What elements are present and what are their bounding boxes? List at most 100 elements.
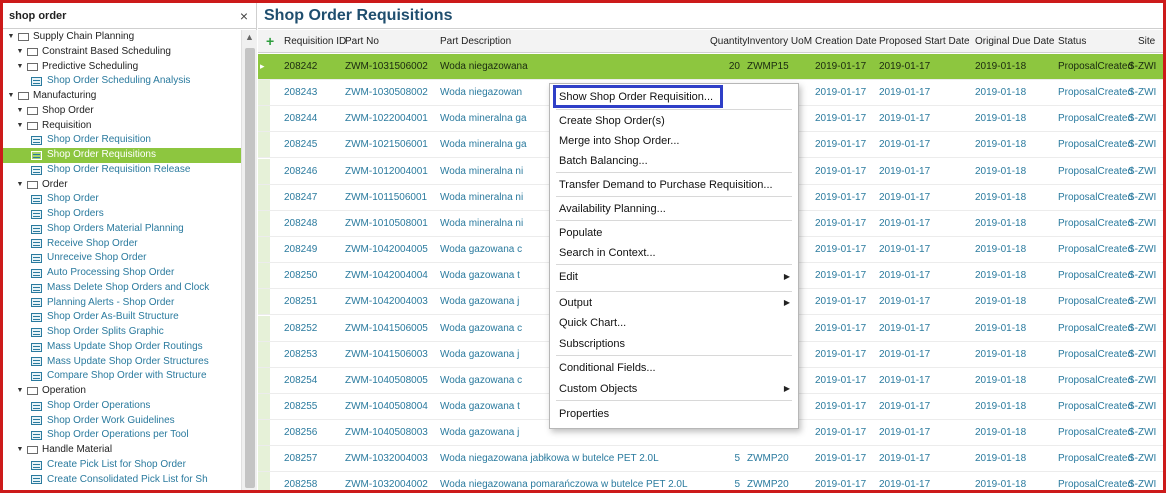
tree-item[interactable]: Shop Orders — [3, 207, 241, 222]
column-header[interactable]: Quantity — [710, 30, 747, 53]
add-icon[interactable]: + — [266, 30, 274, 53]
menu-item[interactable]: Show Shop Order Requisition... — [550, 87, 798, 107]
expand-icon[interactable]: ▼ — [15, 45, 25, 60]
cell-id[interactable]: 208257 — [284, 446, 317, 471]
row-marker[interactable] — [258, 158, 270, 184]
cell-part[interactable]: ZWM-1040508005 — [345, 368, 428, 393]
menu-item[interactable]: Availability Planning... — [550, 199, 798, 219]
tree-item[interactable]: Receive Shop Order — [3, 237, 241, 252]
tree-folder[interactable]: ▼ Shop Order — [3, 104, 241, 119]
tree-item[interactable]: Compare Shop Order with Structure — [3, 369, 241, 384]
column-header[interactable]: Part No — [345, 30, 379, 53]
cell-part[interactable]: ZWM-1031506002 — [345, 54, 428, 79]
scrollbar-thumb[interactable] — [245, 48, 255, 488]
column-header[interactable]: Status — [1058, 30, 1086, 53]
tree-folder[interactable]: ▼ Handle Material — [3, 443, 241, 458]
menu-item[interactable]: Output ▶ — [550, 293, 798, 313]
tree-item[interactable]: Shop Order As-Built Structure — [3, 310, 241, 325]
column-header[interactable]: Site — [1138, 30, 1155, 53]
cell-id[interactable]: 208251 — [284, 289, 317, 314]
row-marker[interactable] — [258, 315, 270, 341]
row-marker[interactable] — [258, 210, 270, 236]
row-marker[interactable] — [258, 420, 270, 446]
cell-part[interactable]: ZWM-1042004005 — [345, 237, 428, 262]
menu-item[interactable]: Populate — [550, 223, 798, 243]
tree-folder[interactable]: ▼ Order — [3, 178, 241, 193]
tree-item[interactable]: Shop Order Requisition — [3, 133, 241, 148]
tree-folder[interactable]: ▼ Predictive Scheduling — [3, 60, 241, 75]
cell-id[interactable]: 208255 — [284, 394, 317, 419]
table-row[interactable]: 208242 ZWM-1031506002 Woda niegazowana 20 ZW… — [258, 54, 1163, 80]
expand-icon[interactable]: ▼ — [15, 119, 25, 134]
cell-part[interactable]: ZWM-1041506005 — [345, 316, 428, 341]
table-row[interactable]: 208258 ZWM-1032004002 Woda niegazowana pom… — [258, 472, 1163, 490]
tree-folder[interactable]: ▼ Supply Chain Planning — [3, 30, 241, 45]
row-marker[interactable] — [258, 341, 270, 367]
tree-item[interactable]: Auto Processing Shop Order — [3, 266, 241, 281]
cell-id[interactable]: 208245 — [284, 132, 317, 157]
column-header[interactable]: Requisition ID — [284, 30, 346, 53]
tree-item[interactable]: Shop Orders Material Planning — [3, 222, 241, 237]
cell-part[interactable]: ZWM-1040508004 — [345, 394, 428, 419]
tree-item[interactable]: Shop Order Splits Graphic — [3, 325, 241, 340]
menu-item[interactable]: Search in Context... — [550, 243, 798, 263]
cell-id[interactable]: 208248 — [284, 211, 317, 236]
row-marker[interactable] — [258, 184, 270, 210]
row-marker[interactable] — [258, 367, 270, 393]
cell-id[interactable]: 208254 — [284, 368, 317, 393]
tree-item[interactable]: Shop Order — [3, 192, 241, 207]
tree-item[interactable]: Shop Order Operations per Tool — [3, 428, 241, 443]
cell-id[interactable]: 208249 — [284, 237, 317, 262]
row-marker[interactable] — [258, 289, 270, 315]
cell-part[interactable]: ZWM-1030508002 — [345, 80, 428, 105]
expand-icon[interactable]: ▼ — [15, 178, 25, 193]
scroll-up-icon[interactable]: ▲ — [245, 32, 254, 42]
cell-part[interactable]: ZWM-1032004002 — [345, 472, 428, 490]
column-header[interactable]: Part Description — [440, 30, 511, 53]
cell-part[interactable]: ZWM-1040508003 — [345, 420, 428, 445]
cell-id[interactable]: 208252 — [284, 316, 317, 341]
cell-part[interactable]: ZWM-1042004004 — [345, 263, 428, 288]
cell-id[interactable]: 208256 — [284, 420, 317, 445]
row-marker[interactable] — [258, 472, 270, 490]
cell-part[interactable]: ZWM-1042004003 — [345, 289, 428, 314]
menu-item[interactable]: Custom Objects ▶ — [550, 379, 798, 399]
cell-id[interactable]: 208250 — [284, 263, 317, 288]
expand-icon[interactable]: ▼ — [6, 89, 16, 104]
tree-item[interactable]: Shop Order Requisitions — [3, 148, 241, 163]
tree-item[interactable]: Mass Delete Shop Orders and Clock — [3, 281, 241, 296]
menu-item[interactable]: Merge into Shop Order... — [550, 131, 798, 151]
cell-id[interactable]: 208244 — [284, 106, 317, 131]
column-header[interactable]: Original Due Date — [975, 30, 1054, 53]
cell-part[interactable]: ZWM-1010508001 — [345, 211, 428, 236]
row-marker[interactable] — [258, 263, 270, 289]
cell-id[interactable]: 208247 — [284, 185, 317, 210]
cell-id[interactable]: 208243 — [284, 80, 317, 105]
row-marker[interactable] — [258, 393, 270, 419]
cell-id[interactable]: 208242 — [284, 54, 317, 79]
cell-id[interactable]: 208246 — [284, 159, 317, 184]
row-marker[interactable] — [258, 237, 270, 263]
tree-item[interactable]: Mass Update Shop Order Structures — [3, 355, 241, 370]
tree-item[interactable]: Create Consolidated Pick List for Sh — [3, 473, 241, 488]
tree-item[interactable]: Create Pick List for Shop Order — [3, 458, 241, 473]
expand-icon[interactable]: ▼ — [15, 104, 25, 119]
row-marker[interactable] — [258, 80, 270, 106]
cell-part[interactable]: ZWM-1041506003 — [345, 342, 428, 367]
row-marker[interactable] — [258, 132, 270, 158]
cell-part[interactable]: ZWM-1021506001 — [345, 132, 428, 157]
row-marker[interactable] — [258, 106, 270, 132]
expand-icon[interactable]: ▼ — [15, 443, 25, 458]
table-row[interactable]: 208257 ZWM-1032004003 Woda niegazowana jab… — [258, 446, 1163, 473]
expand-icon[interactable]: ▼ — [6, 30, 16, 45]
menu-item[interactable]: Subscriptions — [550, 334, 798, 354]
cell-id[interactable]: 208258 — [284, 472, 317, 490]
column-header[interactable]: Creation Date — [815, 30, 877, 53]
close-icon[interactable]: × — [240, 8, 248, 24]
cell-part[interactable]: ZWM-1012004001 — [345, 159, 428, 184]
tree-folder[interactable]: ▼ Constraint Based Scheduling — [3, 45, 241, 60]
tree-item[interactable]: Shop Order Operations — [3, 399, 241, 414]
cell-part[interactable]: ZWM-1032004003 — [345, 446, 428, 471]
cell-part[interactable]: ZWM-1011506001 — [345, 185, 427, 210]
menu-item[interactable]: Transfer Demand to Purchase Requisition.… — [550, 175, 798, 195]
